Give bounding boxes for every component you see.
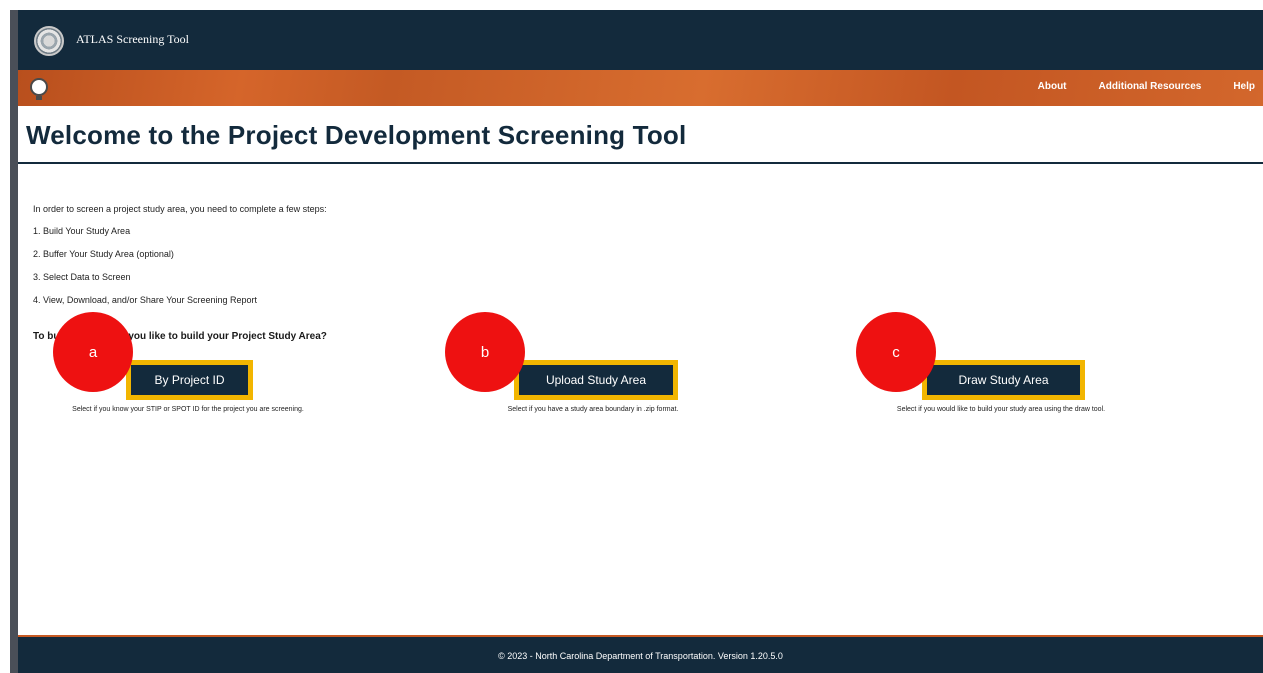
title-divider: [18, 162, 1263, 164]
page-title: Welcome to the Project Development Scree…: [26, 120, 687, 150]
steps-list: 1. Build Your Study Area 2. Buffer Your …: [33, 226, 257, 318]
upload-study-area-description: Select if you have a study area boundary…: [507, 406, 679, 413]
top-header: ATLAS Screening Tool: [18, 10, 1263, 70]
main-content: Welcome to the Project Development Scree…: [18, 106, 1263, 635]
step-item: 4. View, Download, and/or Share Your Scr…: [33, 295, 257, 305]
step-item: 1. Build Your Study Area: [33, 226, 131, 236]
app-title: ATLAS Screening Tool: [76, 32, 189, 46]
top-nav: About Additional Resources Help: [1038, 81, 1263, 92]
ncdot-seal-icon: [34, 26, 64, 56]
by-project-id-button[interactable]: By Project ID: [126, 360, 253, 400]
annotation-marker-c: c: [856, 312, 936, 392]
footer-copyright: © 2023 - North Carolina Department of Tr…: [498, 651, 783, 661]
navigation-bar: About Additional Resources Help: [18, 70, 1263, 106]
footer: © 2023 - North Carolina Department of Tr…: [18, 635, 1263, 673]
annotation-marker-b: b: [445, 312, 525, 392]
globe-icon[interactable]: [30, 78, 48, 96]
app-window: ATLAS Screening Tool About Additional Re…: [10, 10, 1263, 673]
upload-study-area-button[interactable]: Upload Study Area: [514, 360, 678, 400]
nav-help[interactable]: Help: [1233, 81, 1255, 92]
globe-icon-stand: [36, 96, 42, 100]
step-item: 3. Select Data to Screen: [33, 272, 131, 282]
annotation-marker-a: a: [53, 312, 133, 392]
draw-study-area-button[interactable]: Draw Study Area: [922, 360, 1085, 400]
step-item: 2. Buffer Your Study Area (optional): [33, 249, 174, 259]
intro-text: In order to screen a project study area,…: [33, 204, 327, 214]
by-project-id-description: Select if you know your STIP or SPOT ID …: [72, 406, 304, 413]
draw-study-area-description: Select if you would like to build your s…: [896, 406, 1106, 413]
nav-additional-resources[interactable]: Additional Resources: [1099, 81, 1202, 92]
nav-about[interactable]: About: [1038, 81, 1067, 92]
